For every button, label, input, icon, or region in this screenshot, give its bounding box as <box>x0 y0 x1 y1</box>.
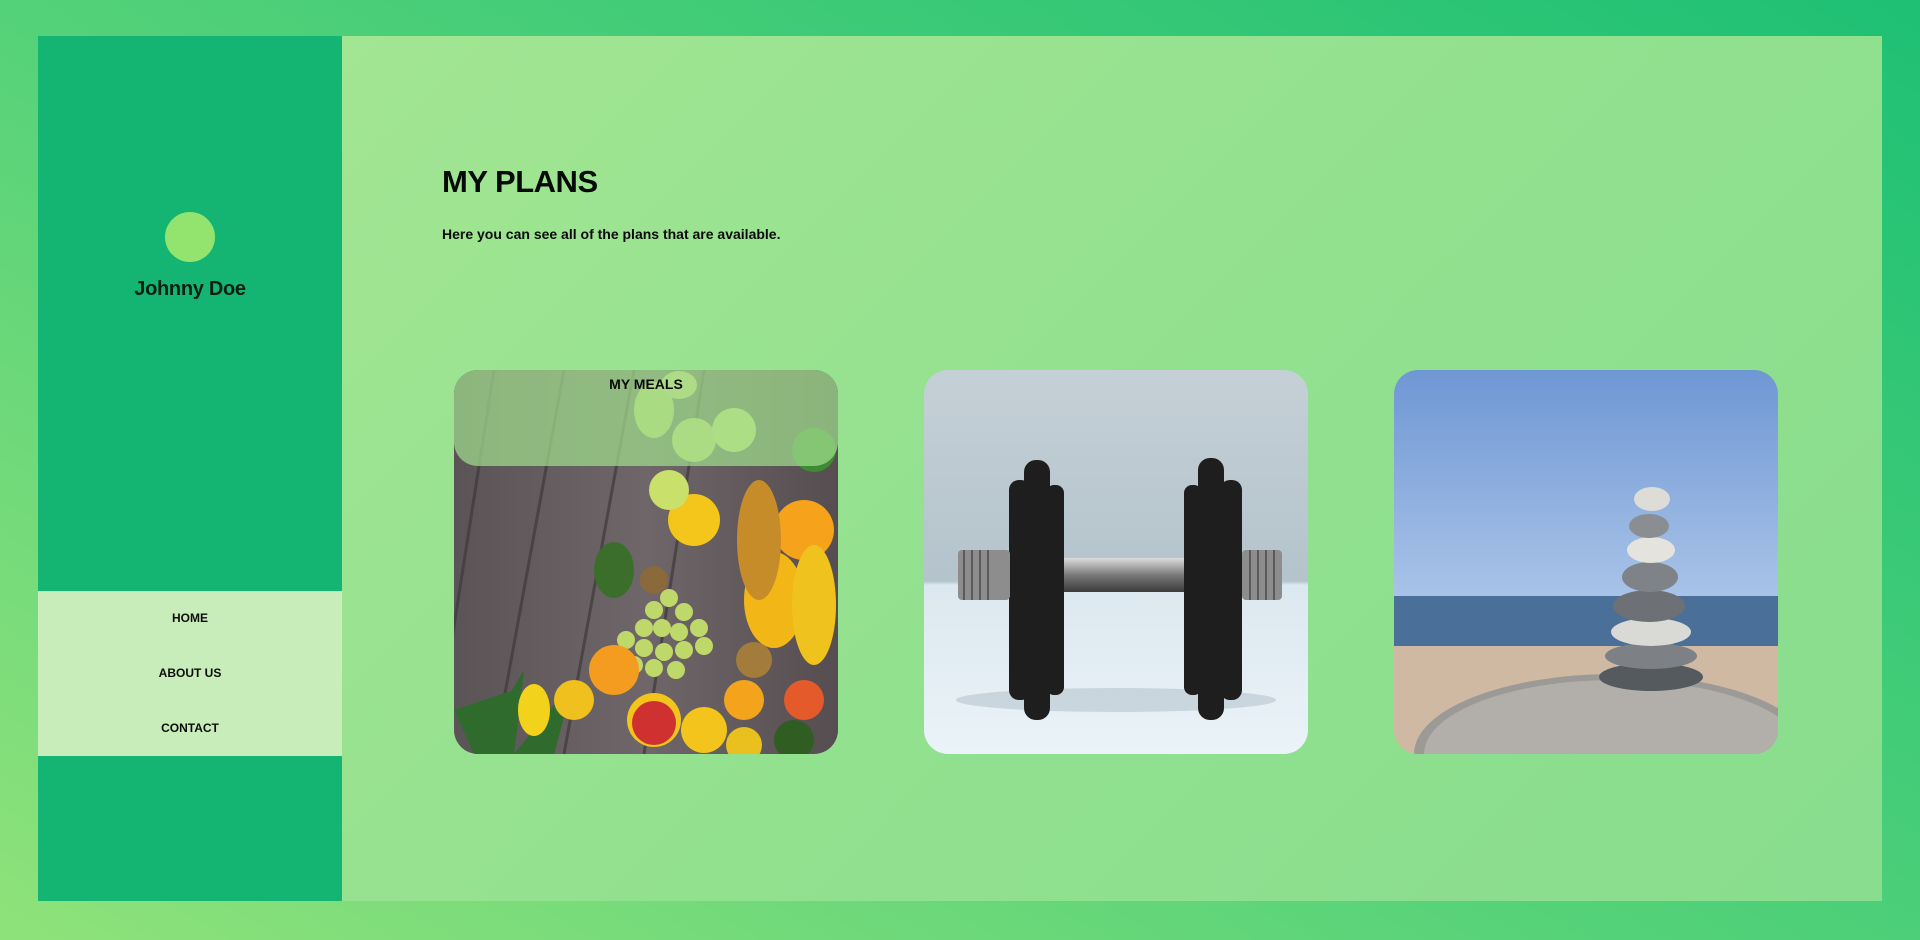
plan-card-mindfulness[interactable] <box>1394 370 1778 754</box>
nav-item-contact[interactable]: CONTACT <box>38 720 342 736</box>
plan-card-workout[interactable] <box>924 370 1308 754</box>
page-title: MY PLANS <box>442 164 598 199</box>
card-label-meals: MY MEALS <box>609 376 683 392</box>
nav-item-home[interactable]: HOME <box>38 610 342 626</box>
sidebar: Johnny Doe HOME ABOUT US CONTACT <box>38 36 342 901</box>
nav-item-about-us[interactable]: ABOUT US <box>38 665 342 681</box>
user-name: Johnny Doe <box>134 278 246 300</box>
dumbbell-image <box>924 370 1308 754</box>
plan-card-meals[interactable]: MY MEALS <box>454 370 838 754</box>
avatar[interactable] <box>165 212 215 262</box>
app-frame: Johnny Doe HOME ABOUT US CONTACT MY PLAN… <box>38 36 1882 901</box>
nav-menu: HOME ABOUT US CONTACT <box>38 591 342 756</box>
stacked-stones-image <box>1394 370 1778 754</box>
main-content: MY PLANS Here you can see all of the pla… <box>342 36 1882 901</box>
page-subtitle: Here you can see all of the plans that a… <box>442 226 781 242</box>
